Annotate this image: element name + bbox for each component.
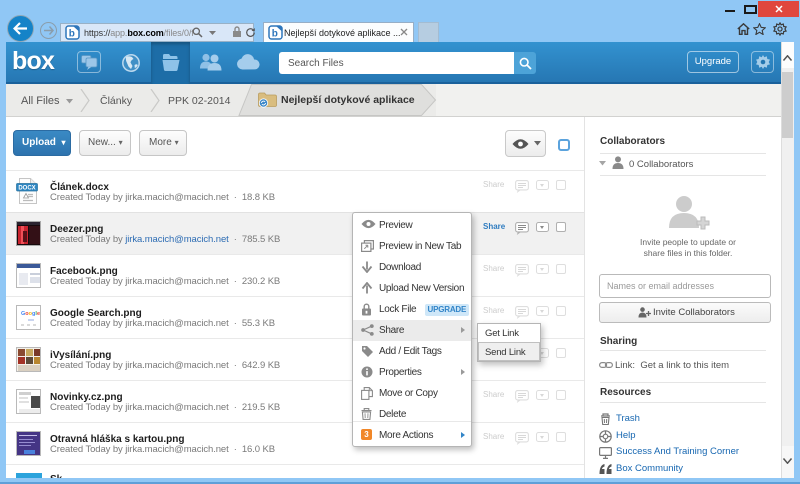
svg-text:b: b bbox=[272, 29, 278, 40]
svg-text:DOCX: DOCX bbox=[18, 186, 35, 192]
svg-text:b: b bbox=[69, 29, 75, 40]
